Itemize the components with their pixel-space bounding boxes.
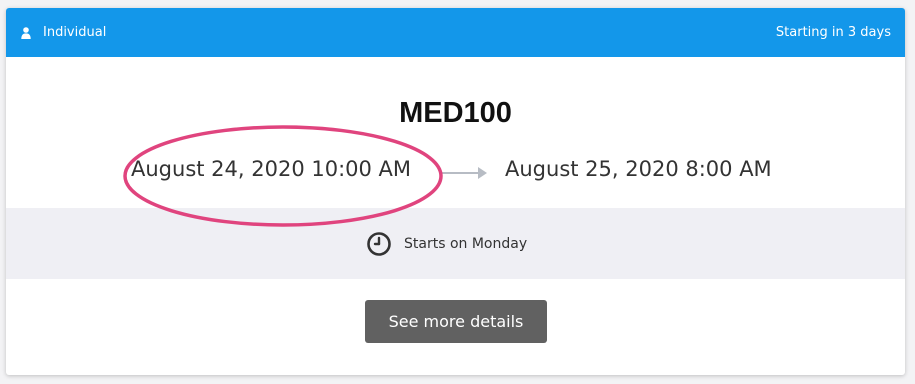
see-more-details-button[interactable]: See more details bbox=[365, 300, 547, 343]
event-card: Individual Starting in 3 days MED100 Aug… bbox=[6, 8, 905, 375]
clock-icon bbox=[367, 232, 391, 256]
status-text: Starts on Monday bbox=[404, 236, 528, 252]
event-type-label: Individual bbox=[43, 25, 107, 40]
date-range: August 24, 2020 10:00 AM August 25, 2020… bbox=[6, 156, 905, 190]
event-type: Individual bbox=[21, 8, 106, 57]
arrow-right-icon bbox=[442, 167, 487, 179]
start-status: Starts on Monday bbox=[366, 231, 527, 257]
countdown-label: Starting in 3 days bbox=[775, 25, 891, 40]
event-title: MED100 bbox=[399, 97, 512, 129]
status-band: Starts on Monday bbox=[6, 208, 905, 279]
user-icon bbox=[21, 26, 31, 39]
end-date: August 25, 2020 8:00 AM bbox=[505, 157, 772, 181]
start-date: August 24, 2020 10:00 AM bbox=[131, 157, 412, 181]
card-header: Individual Starting in 3 days bbox=[6, 8, 905, 57]
